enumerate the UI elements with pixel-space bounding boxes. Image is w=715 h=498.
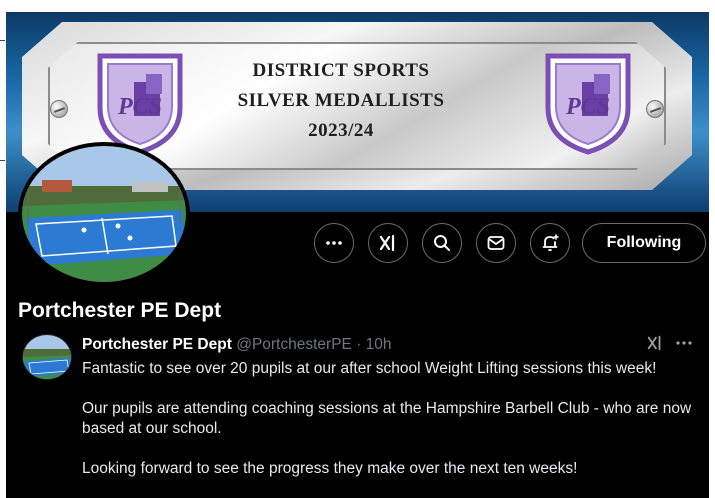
following-button[interactable]: Following	[582, 223, 706, 263]
school-crest-left: PCS	[97, 53, 183, 155]
profile-avatar[interactable]	[18, 142, 190, 286]
search-icon	[434, 235, 450, 251]
plaque-line-1: DISTRICT SPORTS	[252, 60, 430, 81]
profile-display-name: Portchester PE Dept	[18, 299, 222, 322]
edge-tick	[0, 40, 5, 41]
profile-page: PCS PCS DISTRICT SPORTS SILVER MEDALLIST…	[6, 12, 709, 498]
tweet-author-name[interactable]: Portchester PE Dept	[82, 336, 232, 353]
tweet-handle[interactable]: @PortchesterPE	[236, 336, 352, 353]
message-button[interactable]	[476, 223, 516, 263]
edge-tick	[0, 160, 5, 161]
tweet-paragraph: Looking forward to see the progress they…	[82, 460, 578, 477]
tweet-timestamp[interactable]: 10h	[366, 336, 392, 353]
crest-text: PCS	[565, 94, 610, 120]
tweet-author-avatar[interactable]	[22, 334, 72, 380]
notifications-button[interactable]	[530, 223, 570, 263]
plaque-line-2: SILVER MEDALLISTS	[237, 90, 445, 111]
crest-text: PCS	[117, 94, 162, 120]
tweet-tools	[646, 334, 694, 352]
grok-icon[interactable]	[646, 334, 664, 352]
message-icon	[487, 236, 505, 250]
more-icon[interactable]	[674, 334, 694, 352]
tweet-paragraph: Our pupils are attending coaching sessio…	[82, 400, 692, 437]
tennis-court-photo	[22, 146, 186, 282]
tweet-header: Portchester PE Dept @PortchesterPE · 10h	[82, 336, 392, 354]
more-options-button[interactable]	[314, 223, 354, 263]
grok-button[interactable]	[368, 223, 408, 263]
screw-icon	[50, 100, 68, 118]
school-crest-right: PCS	[545, 53, 631, 155]
tweet-paragraph: Fantastic to see over 20 pupils at our a…	[82, 360, 657, 377]
grok-icon	[379, 234, 395, 252]
more-icon	[326, 241, 342, 245]
tweet-separator: ·	[356, 336, 362, 353]
search-button[interactable]	[422, 223, 462, 263]
screw-icon	[646, 100, 664, 118]
plaque-line-3: 2023/24	[308, 120, 374, 141]
plaque-text: DISTRICT SPORTS SILVER MEDALLISTS 2023/2…	[206, 56, 476, 146]
tweet-text: Fantastic to see over 20 pupils at our a…	[82, 359, 704, 498]
notification-bell-icon	[542, 234, 559, 252]
tennis-court-thumbnail	[23, 335, 71, 379]
